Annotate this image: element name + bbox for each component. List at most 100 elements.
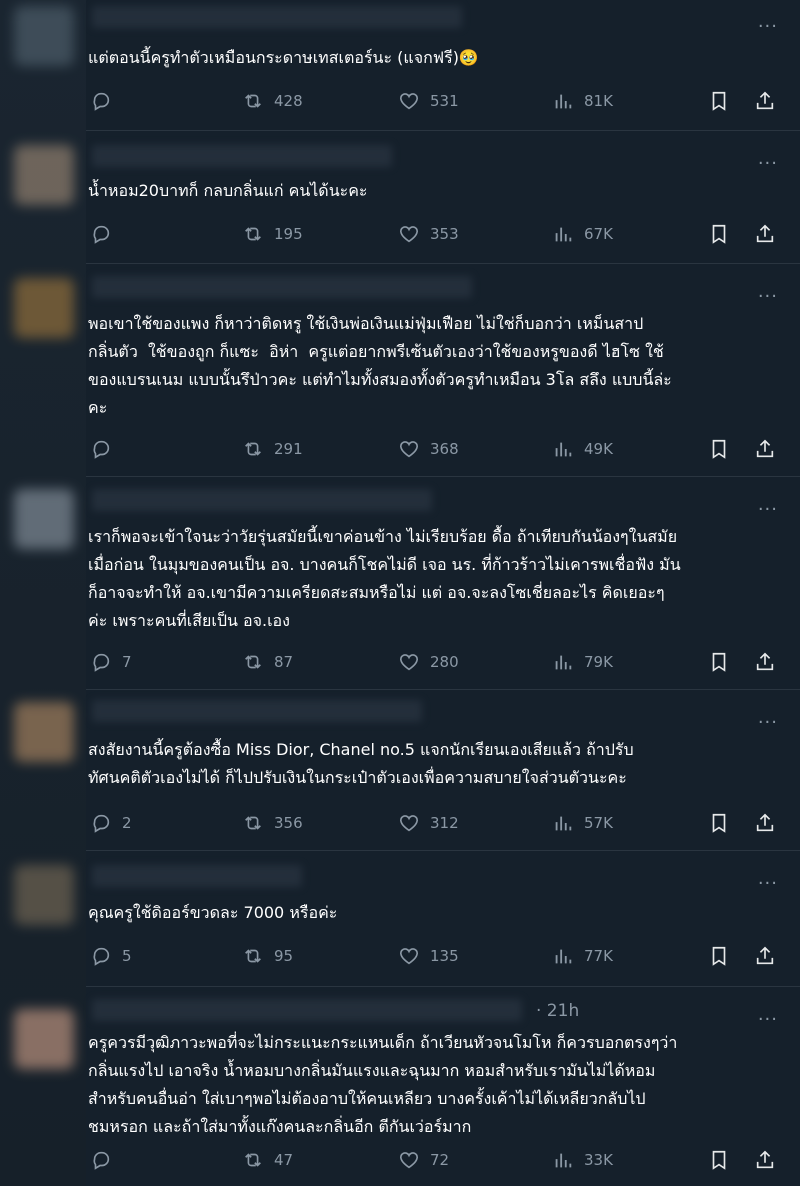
more-icon[interactable]: ··· <box>758 155 778 173</box>
view-count: 67K <box>584 225 613 243</box>
retweet-icon <box>245 227 261 241</box>
bookmark-icon <box>712 652 726 672</box>
bookmark-button[interactable] <box>708 221 730 247</box>
tweet-reply[interactable]: · 21h ··· ครูควรมีวุฒิภาวะพอที่จะไม่กระแ… <box>14 987 800 1186</box>
retweet-button[interactable]: 428 <box>242 88 303 114</box>
share-button[interactable] <box>754 221 776 247</box>
bookmark-button[interactable] <box>708 88 730 114</box>
bookmark-button[interactable] <box>708 943 730 969</box>
avatar[interactable] <box>14 145 74 205</box>
avatar[interactable] <box>14 1009 74 1069</box>
retweet-button[interactable]: 87 <box>242 649 293 675</box>
views-icon <box>555 1153 572 1168</box>
author-name-blurred[interactable] <box>92 145 392 167</box>
more-icon[interactable]: ··· <box>758 875 778 893</box>
author-name-blurred[interactable] <box>92 276 472 298</box>
reply-button[interactable]: 5 <box>90 943 132 969</box>
bookmark-button[interactable] <box>708 810 730 836</box>
reply-button[interactable] <box>90 1147 122 1173</box>
views-button[interactable]: 57K <box>552 810 613 836</box>
like-button[interactable]: 368 <box>398 436 459 462</box>
views-icon <box>555 816 572 831</box>
retweet-icon <box>245 442 261 456</box>
views-button[interactable]: 79K <box>552 649 613 675</box>
avatar[interactable] <box>14 702 74 762</box>
retweet-icon <box>245 655 261 669</box>
retweet-icon <box>245 1153 261 1167</box>
more-icon[interactable]: ··· <box>758 288 778 306</box>
bookmark-icon <box>712 1150 726 1170</box>
views-icon <box>555 442 572 457</box>
reply-button[interactable]: 7 <box>90 649 132 675</box>
retweet-button[interactable]: 195 <box>242 221 303 247</box>
view-count: 81K <box>584 92 613 110</box>
share-button[interactable] <box>754 88 776 114</box>
share-icon <box>756 1150 774 1169</box>
tweet-actions: 428 531 81K <box>86 88 800 114</box>
share-icon <box>756 91 774 110</box>
bookmark-button[interactable] <box>708 649 730 675</box>
tweet-text: เราก็พอจะเข้าใจนะว่าวัยรุ่นสมัยนี้เขาค่อ… <box>88 527 681 630</box>
reply-button[interactable] <box>90 88 122 114</box>
tweet-reply[interactable]: ··· น้ำหอม20บาทก็ กลบกลิ่นแก่ คนได้นะคะ … <box>14 131 800 264</box>
tweet-reply[interactable]: ··· พอเขาใช้ของแพง ก็หาว่าติดหรู ใช้เงิน… <box>14 264 800 477</box>
tweet-text: พอเขาใช้ของแพง ก็หาว่าติดหรู ใช้เงินพ่อเ… <box>88 314 672 417</box>
views-button[interactable]: 33K <box>552 1147 613 1173</box>
heart-icon <box>399 226 419 243</box>
like-count: 72 <box>430 1151 450 1169</box>
avatar[interactable] <box>14 278 74 338</box>
tweet-reply[interactable]: ··· คุณครูใช้ดิออร์ขวดละ 7000 หรือค่ะ 5 … <box>14 851 800 987</box>
views-button[interactable]: 81K <box>552 88 613 114</box>
tweet-reply[interactable]: ··· สงสัยงานนี้ครูต้องซื้อ Miss Dior, Ch… <box>14 690 800 851</box>
more-icon[interactable]: ··· <box>758 18 778 36</box>
author-name-blurred[interactable] <box>92 999 522 1021</box>
reply-button[interactable] <box>90 436 122 462</box>
view-count: 49K <box>584 440 613 458</box>
like-button[interactable]: 353 <box>398 221 459 247</box>
avatar[interactable] <box>14 865 74 925</box>
like-button[interactable]: 72 <box>398 1147 449 1173</box>
author-name-blurred[interactable] <box>92 6 462 28</box>
retweet-button[interactable]: 291 <box>242 436 303 462</box>
retweet-button[interactable]: 47 <box>242 1147 293 1173</box>
views-button[interactable]: 67K <box>552 221 613 247</box>
like-button[interactable]: 531 <box>398 88 459 114</box>
reply-button[interactable]: 2 <box>90 810 132 836</box>
share-button[interactable] <box>754 436 776 462</box>
like-button[interactable]: 135 <box>398 943 459 969</box>
reply-icon <box>93 1151 110 1170</box>
avatar[interactable] <box>14 6 74 66</box>
tweet-text: แต่ตอนนี้ครูทำตัวเหมือนกระดาษเทสเตอร์นะ … <box>88 48 479 67</box>
share-button[interactable] <box>754 943 776 969</box>
reply-icon <box>93 947 110 966</box>
bookmark-icon <box>712 224 726 244</box>
retweet-count: 356 <box>274 814 303 832</box>
reply-icon <box>93 440 110 459</box>
author-name-blurred[interactable] <box>92 865 302 887</box>
tweet-actions: 5 95 135 77K <box>86 943 800 969</box>
share-button[interactable] <box>754 1147 776 1173</box>
retweet-count: 95 <box>274 947 294 965</box>
bookmark-button[interactable] <box>708 436 730 462</box>
avatar[interactable] <box>14 489 74 549</box>
retweet-count: 87 <box>274 653 294 671</box>
share-button[interactable] <box>754 810 776 836</box>
more-icon[interactable]: ··· <box>758 501 778 519</box>
more-icon[interactable]: ··· <box>758 714 778 732</box>
reply-button[interactable] <box>90 221 122 247</box>
like-button[interactable]: 280 <box>398 649 459 675</box>
like-button[interactable]: 312 <box>398 810 459 836</box>
views-button[interactable]: 49K <box>552 436 613 462</box>
retweet-button[interactable]: 356 <box>242 810 303 836</box>
bookmark-button[interactable] <box>708 1147 730 1173</box>
tweet-timestamp[interactable]: · 21h <box>536 1001 579 1021</box>
author-name-blurred[interactable] <box>92 700 422 722</box>
author-name-blurred[interactable] <box>92 489 432 511</box>
tweet-reply[interactable]: ··· เราก็พอจะเข้าใจนะว่าวัยรุ่นสมัยนี้เข… <box>14 477 800 690</box>
reply-icon <box>93 814 110 833</box>
share-button[interactable] <box>754 649 776 675</box>
retweet-button[interactable]: 95 <box>242 943 293 969</box>
tweet-reply[interactable]: ··· แต่ตอนนี้ครูทำตัวเหมือนกระดาษเทสเตอร… <box>14 0 800 131</box>
more-icon[interactable]: ··· <box>758 1011 778 1029</box>
views-button[interactable]: 77K <box>552 943 613 969</box>
